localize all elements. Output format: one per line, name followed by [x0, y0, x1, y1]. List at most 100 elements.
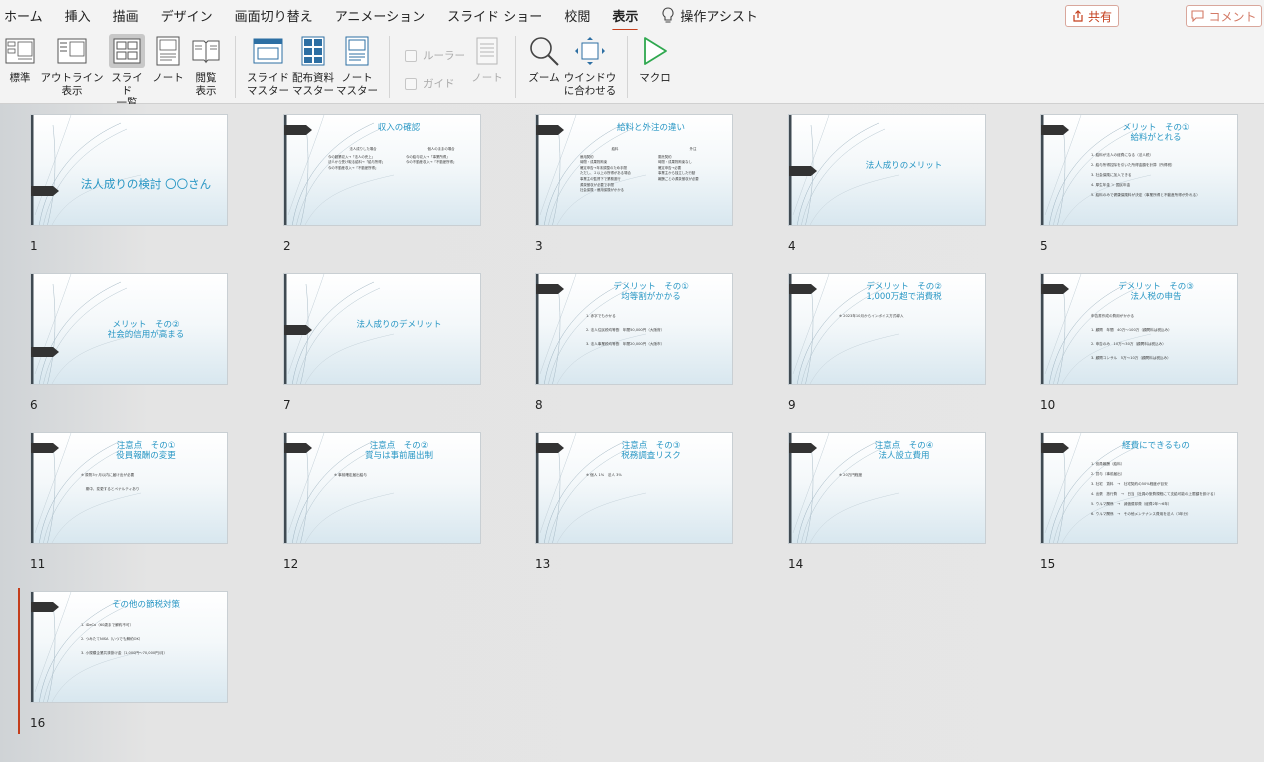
slide-title-line: 法人税の申告: [1130, 292, 1182, 302]
slide-title-line: 法人成りのメリット: [865, 161, 943, 171]
slide-master-button[interactable]: スライド マスター: [246, 34, 290, 97]
menu-tab-7[interactable]: 校閲: [564, 2, 590, 29]
notes-master-label-2: マスター: [336, 84, 378, 97]
share-button[interactable]: 共有: [1065, 5, 1119, 27]
menu-tab-8[interactable]: 表示: [612, 2, 639, 32]
slide-number: 2: [283, 239, 291, 253]
fit-to-window-label-2: に合わせる: [563, 84, 617, 97]
share-icon: [1073, 10, 1083, 22]
slide-master-label-1: スライド: [247, 72, 289, 84]
slide-body-line: 1. 役員報酬（給料）: [1091, 462, 1125, 466]
guides-checkbox[interactable]: ガイド: [405, 76, 455, 91]
slide-master-label-2: マスター: [247, 84, 289, 97]
comment-button[interactable]: コメント: [1186, 5, 1262, 27]
slide-number: 4: [788, 239, 796, 253]
slide-title-line: 注意点 その①: [116, 441, 176, 451]
slide-number: 5: [1040, 239, 1048, 253]
slide-preview: 注意点 その② 賞与は事前届出制 ※ 事前確定届出給与: [283, 432, 481, 544]
slide-columns: 給料 雇用契約 時間・成果物拘束 確定申告→年末調整のため手間 ただし、２以上の所得があ…: [580, 147, 728, 194]
slide-body-line: 3. 小規模企業共済掛け金（1,000円〜70,000円/月）: [81, 651, 168, 655]
slide-title-line: デメリット その①: [613, 282, 689, 292]
slide-title: 注意点 その④ 法人設立費用: [829, 441, 979, 461]
comment-icon: [1191, 10, 1205, 22]
column-heading: 外注: [689, 147, 697, 151]
slide-body-line: 2. 給与所得控除を引いた所得金額を計算（所得税）: [1091, 163, 1175, 167]
slide-title-line: 経費にできるもの: [1122, 441, 1190, 451]
ribbon-divider: [515, 36, 516, 98]
menu-tab-6[interactable]: スライド ショー: [447, 2, 542, 29]
slide-preview: デメリット その② 1,000万超で消費税 ※ 2023年10月からインボイス方式導…: [788, 273, 986, 385]
slide-title: 給料と外注の違い: [576, 123, 726, 133]
slide-title: デメリット その① 均等割がかかる: [576, 282, 726, 302]
guides-checkbox-box: [405, 77, 417, 90]
notes-toggle-label: ノート: [471, 72, 503, 84]
notes-page-label: ノート: [152, 72, 184, 84]
share-label: 共有: [1087, 9, 1112, 24]
slide-title: メリット その② 社会的信用が高まる: [71, 320, 221, 340]
notes-page-button[interactable]: ノート: [152, 34, 184, 85]
macro-button[interactable]: マクロ: [638, 34, 672, 85]
slide-body: 1. 役員報酬（給料） 2. 賞与（事前届出） 3. 社宅 賃料 → 社宅契約の50…: [1091, 459, 1233, 519]
slide-body-line: 2. 法人住民税均等割 年間50,000円（大阪府）: [586, 328, 665, 332]
reading-view-button[interactable]: 閲覧 表示: [190, 34, 222, 97]
slide-title-line: メリット その②: [112, 320, 180, 330]
slide-title: メリット その① 給料がとれる: [1081, 123, 1231, 143]
slide-body: 1. iDeCo（60歳まで解約不可） 2. つみたてNISA（いつでも解約OK）…: [81, 618, 223, 660]
fit-to-window-button[interactable]: ウインドウ に合わせる: [563, 34, 617, 97]
slide-body: ※ 2023年10月からインボイス方式導入: [839, 309, 981, 323]
slide-preview: 経費にできるもの 1. 役員報酬（給料） 2. 賞与（事前届出） 3. 社宅 賃料 →…: [1040, 432, 1238, 544]
slide-number: 10: [1040, 398, 1056, 412]
slide-number: 16: [30, 716, 46, 730]
slide-right-column: 外注 委託契約 時間・成果物拘束なし 確定申告→必要 事業主から独立した行動 報酬ごとの源…: [658, 147, 728, 194]
normal-view-icon: [5, 38, 35, 64]
slide-preview: デメリット その③ 法人税の申告 申告書作成の費用がかかる 1. 顧問 年間 40万〜…: [1040, 273, 1238, 385]
outline-view-button[interactable]: アウトライン 表示: [40, 34, 104, 97]
slide-title: デメリット その③ 法人税の申告: [1081, 282, 1231, 302]
slide-preview: 給料と外注の違い給料 雇用契約 時間・成果物拘束 確定申告→年末調整のため手間 ただし、…: [535, 114, 733, 226]
slide-preview: 収入の確認 法人成りした場合 今の副業収入→「法人の売上」 法人から受け取る給料→「給…: [283, 114, 481, 226]
slide-preview: 注意点 その① 役員報酬の変更 ※ 原則3ヶ月以内に届け出が必要 期中、変更するとペ…: [30, 432, 228, 544]
menu-tab-5[interactable]: アニメーション: [335, 2, 425, 29]
handout-master-button[interactable]: 配布資料 マスター: [292, 34, 334, 97]
slide-number: 8: [535, 398, 543, 412]
slide-number: 12: [283, 557, 299, 571]
slide-preview: メリット その① 給料がとれる 1. 給料が法人の経費になる（法人税） 2. 給与所得…: [1040, 114, 1238, 226]
lightbulb-icon: [662, 6, 674, 22]
zoom-button[interactable]: ズーム: [526, 34, 562, 85]
column-heading: 個人のままの場合: [427, 147, 455, 151]
slide-title-line: 法人設立費用: [878, 451, 930, 461]
handout-master-label-2: マスター: [292, 84, 334, 97]
menu-tab-4[interactable]: 画面切り替え: [235, 2, 313, 29]
menu-tab-1[interactable]: 挿入: [65, 2, 91, 29]
slide-title: 法人成りの検討 〇〇さん: [71, 178, 221, 191]
slide-body-line: ※ 20万円程度: [839, 473, 863, 477]
slide-preview: 法人成りのデメリット: [283, 273, 481, 385]
menu-tab-3[interactable]: デザイン: [161, 2, 213, 29]
slide-sorter-button[interactable]: スライド 一覧: [107, 34, 147, 110]
slide-title-line: 役員報酬の変更: [116, 451, 176, 461]
tell-me-assist[interactable]: 操作アシスト: [660, 2, 758, 29]
notes-master-icon: [345, 36, 369, 66]
slide-body-line: ※ 2023年10月からインボイス方式導入: [839, 314, 904, 318]
comment-label: コメント: [1208, 9, 1257, 24]
slide-body-line: 5. ウルマ関係 → 減価償却費（経費2年〜6年）: [1091, 502, 1172, 506]
slide-body-line: 2. 賞与（事前届出）: [1091, 472, 1125, 476]
slide-master-icon: [253, 38, 283, 64]
fit-to-window-icon: [575, 37, 605, 65]
slide-number: 15: [1040, 557, 1056, 571]
reading-view-icon: [192, 40, 220, 64]
slide-title-line: 法人成りの検討 〇〇さん: [80, 177, 212, 191]
slide-sorter-pane[interactable]: 法人成りの検討 〇〇さん 1 収入の確認 法人成りした場合 今の副業収入→「法人の売上」…: [0, 104, 1264, 762]
slide-body-line: 1. 赤字でもかかる: [586, 314, 616, 318]
slide-right-column: 個人のままの場合 今の給与収入→「事業所得」 今の不動産収入→「不動産所得」: [406, 147, 476, 171]
slide-title: 法人成りのメリット: [829, 161, 979, 171]
notes-toggle-button[interactable]: ノート: [470, 34, 504, 85]
slide-body-line: 3. 社宅 賃料 → 社宅契約の50%程度が目安: [1091, 482, 1168, 486]
menu-tab-0[interactable]: ホーム: [4, 2, 43, 29]
menu-tab-2[interactable]: 描画: [113, 2, 139, 29]
slide-preview: デメリット その① 均等割がかかる 1. 赤字でもかかる 2. 法人住民税均等割 年間…: [535, 273, 733, 385]
ruler-checkbox[interactable]: ルーラー: [405, 48, 465, 63]
slide-title-line: 社会的信用が高まる: [107, 330, 185, 340]
notes-master-button[interactable]: ノート マスター: [336, 34, 378, 97]
normal-view-button[interactable]: 標準: [4, 34, 36, 85]
